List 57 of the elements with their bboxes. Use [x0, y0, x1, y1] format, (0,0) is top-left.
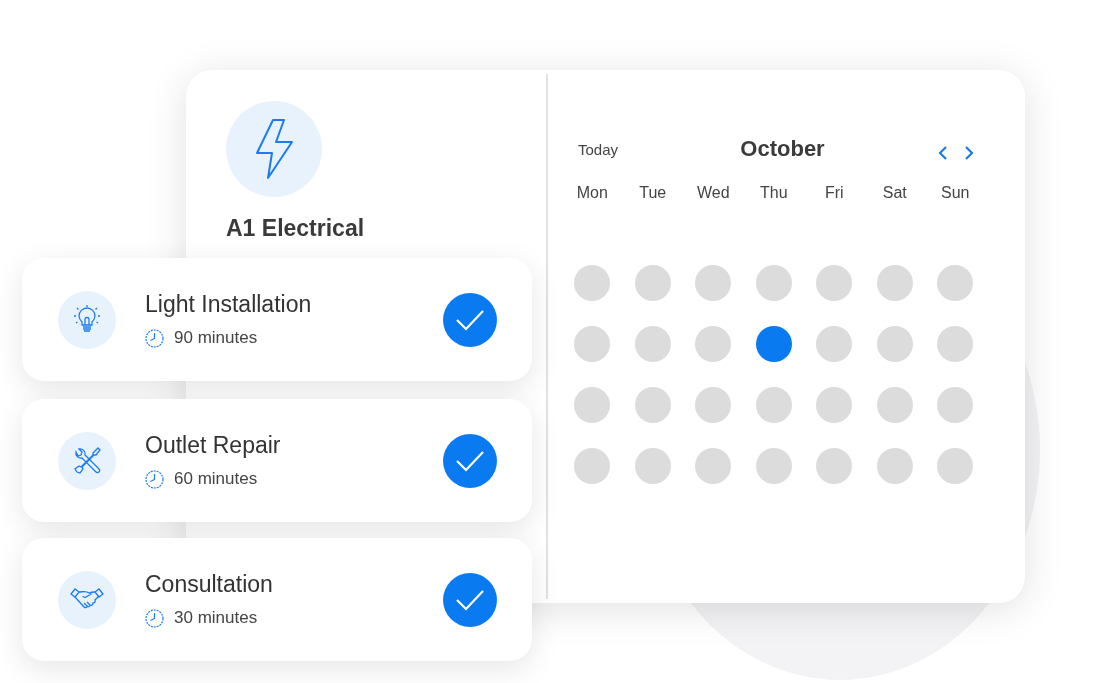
checkmark-icon — [455, 588, 485, 611]
today-button[interactable]: Today — [578, 140, 619, 158]
day-dot[interactable] — [755, 265, 792, 301]
checkmark-icon — [455, 449, 485, 472]
check-circle-button[interactable] — [443, 292, 497, 347]
service-name: Outlet Repair — [145, 432, 282, 459]
light-bulb-icon — [73, 304, 101, 335]
day-dot[interactable] — [876, 387, 913, 423]
day-dot[interactable] — [634, 326, 671, 362]
weekday-label: Fri — [823, 184, 845, 202]
day-dot[interactable] — [816, 387, 853, 423]
day-dot[interactable] — [876, 326, 913, 362]
day-dot[interactable] — [755, 326, 792, 362]
day-dot[interactable] — [937, 265, 974, 301]
business-name: A1 Electrical — [226, 215, 366, 242]
month-title: October — [739, 136, 826, 162]
day-dot[interactable] — [816, 265, 853, 301]
day-dot[interactable] — [695, 448, 732, 484]
service-name: Consultation — [145, 571, 274, 598]
weekday-label: Mon — [575, 184, 609, 202]
day-dot[interactable] — [574, 448, 611, 484]
day-dot[interactable] — [876, 265, 913, 301]
check-circle-button[interactable] — [443, 572, 497, 627]
service-name: Light Installation — [145, 291, 313, 318]
check-circle-button[interactable] — [443, 433, 497, 488]
wrench-screwdriver-icon — [72, 445, 102, 476]
weekday-label: Wed — [695, 184, 731, 202]
day-dot[interactable] — [695, 265, 732, 301]
clock-icon — [145, 469, 164, 489]
day-dot[interactable] — [634, 265, 671, 301]
day-dot[interactable] — [574, 265, 611, 301]
weekday-label: Sun — [940, 184, 971, 202]
day-dot[interactable] — [816, 448, 853, 484]
day-dot[interactable] — [937, 448, 974, 484]
day-dot[interactable] — [937, 387, 974, 423]
clock-icon — [145, 328, 164, 348]
duration: 30 minutes — [174, 608, 258, 628]
day-dot[interactable] — [695, 387, 732, 423]
day-dot[interactable] — [755, 448, 792, 484]
chevron-right-icon[interactable] — [963, 145, 975, 161]
chevron-left-icon[interactable] — [937, 145, 949, 161]
day-dot[interactable] — [816, 326, 853, 362]
weekday-label: Tue — [638, 184, 668, 202]
day-dot[interactable] — [937, 326, 974, 362]
clock-icon — [145, 608, 164, 628]
day-dot[interactable] — [574, 387, 611, 423]
checkmark-icon — [455, 308, 485, 331]
weekday-label: Thu — [758, 184, 789, 202]
duration: 60 minutes — [174, 469, 258, 489]
duration: 90 minutes — [174, 328, 258, 348]
weekday-label: Sat — [881, 184, 908, 202]
day-dot[interactable] — [695, 326, 732, 362]
day-dot[interactable] — [634, 448, 671, 484]
day-dot[interactable] — [574, 326, 611, 362]
day-dot[interactable] — [876, 448, 913, 484]
day-dot[interactable] — [755, 387, 792, 423]
day-dot[interactable] — [634, 387, 671, 423]
